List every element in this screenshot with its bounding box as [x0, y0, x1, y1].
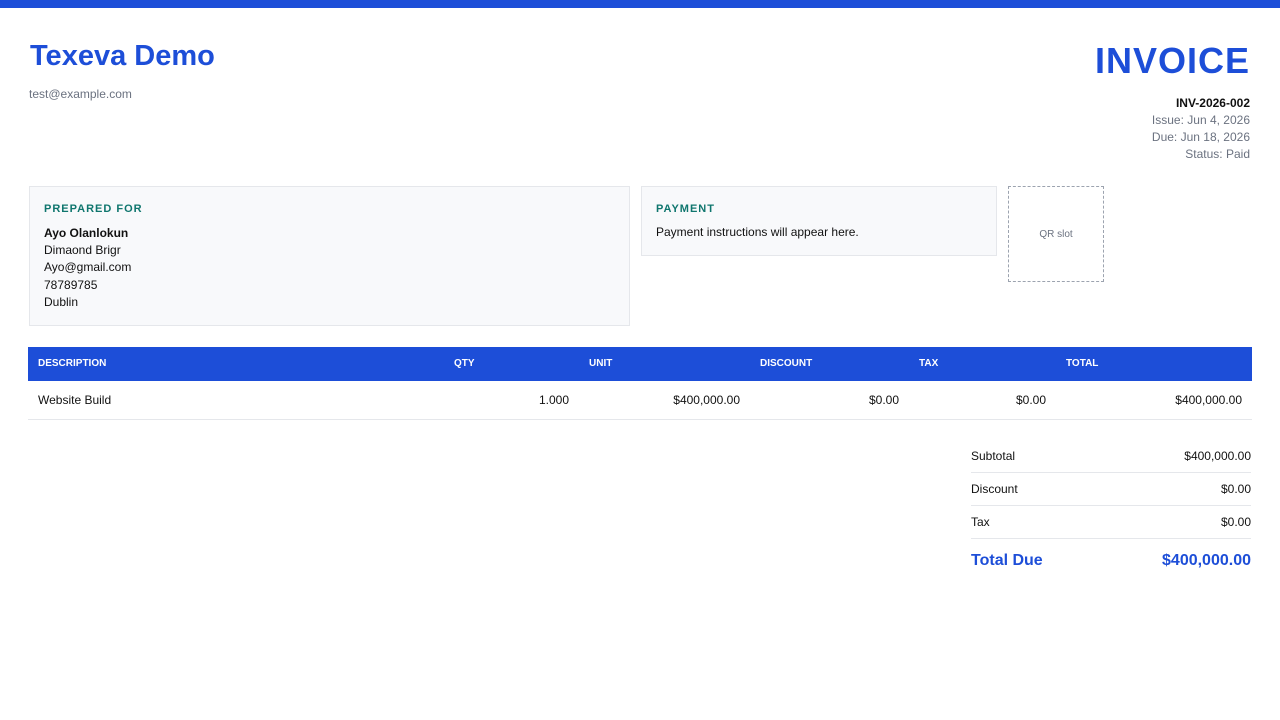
client-name: Ayo Olanlokun [44, 226, 129, 240]
prepared-for-card: PREPARED FOR Ayo Olanlokun Dimaond Brigr… [29, 186, 630, 326]
qr-slot: QR slot [1008, 186, 1104, 282]
header-qty: QTY [454, 358, 475, 369]
invoice-title: INVOICE [1094, 40, 1250, 81]
invoice-meta: INV-2026-002 Issue: Jun 4, 2026 Due: Jun… [1152, 95, 1250, 163]
row-description: Website Build [38, 393, 112, 407]
row-tax: $0.00 [1015, 393, 1046, 407]
payment-card: PAYMENT Payment instructions will appear… [641, 186, 997, 256]
invoice-status: Status: Paid [1185, 147, 1250, 161]
table-row: Website Build 1.000 $400,000.00 $0.00 $0… [28, 381, 1252, 420]
tax-value: $0.00 [1220, 515, 1251, 529]
payment-instructions: Payment instructions will appear here. [656, 225, 859, 239]
header-tax: TAX [919, 358, 939, 369]
top-accent-bar [0, 0, 1280, 8]
subtotal-label: Subtotal [971, 449, 1016, 463]
tax-row: Tax $0.00 [971, 506, 1251, 539]
prepared-for-heading: PREPARED FOR [44, 203, 143, 215]
company-email: test@example.com [29, 87, 132, 101]
header-description: DESCRIPTION [38, 358, 107, 369]
client-email: Ayo@gmail.com [44, 260, 132, 275]
client-company: Dimaond Brigr [44, 243, 121, 258]
row-total: $400,000.00 [1175, 393, 1242, 407]
discount-label: Discount [971, 482, 1018, 496]
row-discount: $0.00 [868, 393, 899, 407]
header-discount: DISCOUNT [760, 358, 813, 369]
qr-slot-label: QR slot [1039, 228, 1073, 240]
payment-heading: PAYMENT [656, 203, 715, 215]
discount-value: $0.00 [1220, 482, 1251, 496]
total-due-value: $400,000.00 [1162, 552, 1251, 569]
table-header: DESCRIPTION QTY UNIT DISCOUNT TAX TOTAL [28, 347, 1252, 381]
client-phone: 78789785 [44, 277, 98, 292]
row-unit: $400,000.00 [673, 393, 740, 407]
totals-block: Subtotal $400,000.00 Discount $0.00 Tax … [971, 440, 1251, 583]
tax-label: Tax [971, 515, 990, 529]
row-qty: 1.000 [538, 393, 569, 407]
header-total: TOTAL [1066, 358, 1099, 369]
total-due-row: Total Due $400,000.00 [971, 539, 1251, 583]
company-name: Texeva Demo [30, 40, 215, 72]
due-date: Due: Jun 18, 2026 [1151, 130, 1250, 144]
total-due-label: Total Due [971, 552, 1043, 569]
line-items-table: DESCRIPTION QTY UNIT DISCOUNT TAX TOTAL … [28, 347, 1252, 420]
subtotal-row: Subtotal $400,000.00 [971, 440, 1251, 473]
discount-row: Discount $0.00 [971, 473, 1251, 506]
issue-date: Issue: Jun 4, 2026 [1151, 113, 1250, 127]
invoice-number: INV-2026-002 [1175, 96, 1250, 110]
client-city: Dublin [44, 294, 79, 309]
header-unit: UNIT [589, 358, 613, 369]
subtotal-value: $400,000.00 [1184, 449, 1251, 463]
